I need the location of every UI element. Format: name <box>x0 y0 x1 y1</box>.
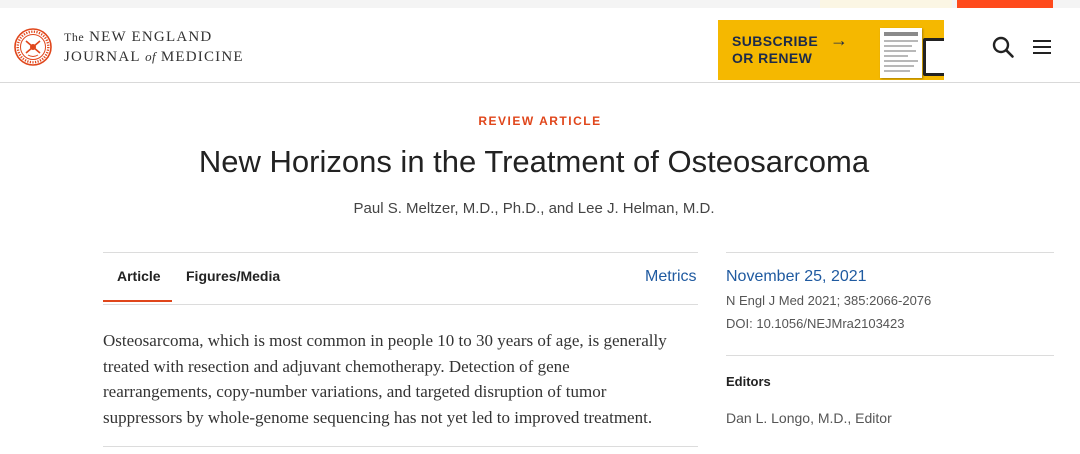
tab-figures-media[interactable]: Figures/Media <box>186 268 280 284</box>
subscribe-label: SUBSCRIBE OR RENEW <box>732 33 818 67</box>
active-tab-indicator <box>103 300 172 302</box>
abstract-line: Osteosarcoma, which is most common in pe… <box>103 331 667 350</box>
journal-cover-image <box>880 28 922 78</box>
subscribe-line2: OR RENEW <box>732 50 813 66</box>
nejm-seal-logo[interactable] <box>14 28 52 66</box>
abstract-bottom-divider <box>103 446 698 447</box>
tab-article[interactable]: Article <box>117 268 161 284</box>
tablet-image <box>923 38 944 76</box>
subscribe-line1: SUBSCRIBE <box>732 33 819 49</box>
journal-logo-text[interactable]: The NEW ENGLAND JOURNAL of MEDICINE <box>64 28 244 67</box>
sidebar-top-divider <box>726 252 1054 253</box>
logo-journal: JOURNAL <box>64 49 141 65</box>
article-type-label: REVIEW ARTICLE <box>478 114 602 128</box>
search-icon[interactable] <box>991 35 1015 59</box>
editors-heading: Editors <box>726 374 771 389</box>
logo-medicine: MEDICINE <box>160 49 244 65</box>
abstract-line: rearrangements, copy-number variations, … <box>103 382 607 402</box>
abstract-line: suppressors by whole-genome sequencing h… <box>103 407 653 427</box>
abstract-line: treated with resection and adjuvant chem… <box>103 356 570 376</box>
doi-text: DOI: 10.1056/NEJMra2103423 <box>726 316 905 331</box>
citation-text: N Engl J Med 2021; 385:2066-2076 <box>726 293 932 308</box>
top-strip-cream <box>820 0 952 8</box>
editor-name: Dan L. Longo, M.D., Editor <box>726 410 892 426</box>
logo-new-england: NEW ENGLAND <box>89 29 213 45</box>
hamburger-menu-icon[interactable] <box>1031 37 1053 57</box>
arrow-right-icon: → <box>830 30 848 50</box>
header-divider <box>0 82 1080 83</box>
top-strip-red <box>957 0 1053 8</box>
top-strip <box>0 0 1080 8</box>
article-title: New Horizons in the Treatment of Osteosa… <box>198 144 870 179</box>
tabs-top-divider <box>103 252 698 253</box>
article-abstract: Osteosarcoma, which is most common in pe… <box>103 328 703 430</box>
subscribe-button[interactable]: SUBSCRIBE OR RENEW → <box>718 20 944 80</box>
metrics-link[interactable]: Metrics <box>645 268 697 286</box>
logo-the: The <box>64 30 85 44</box>
publication-date-link[interactable]: November 25, 2021 <box>726 268 867 286</box>
article-authors: Paul S. Meltzer, M.D., Ph.D., and Lee J.… <box>353 200 715 217</box>
tabs-bottom-divider <box>103 304 698 305</box>
logo-of: of <box>145 49 156 64</box>
sidebar-divider <box>726 355 1054 356</box>
